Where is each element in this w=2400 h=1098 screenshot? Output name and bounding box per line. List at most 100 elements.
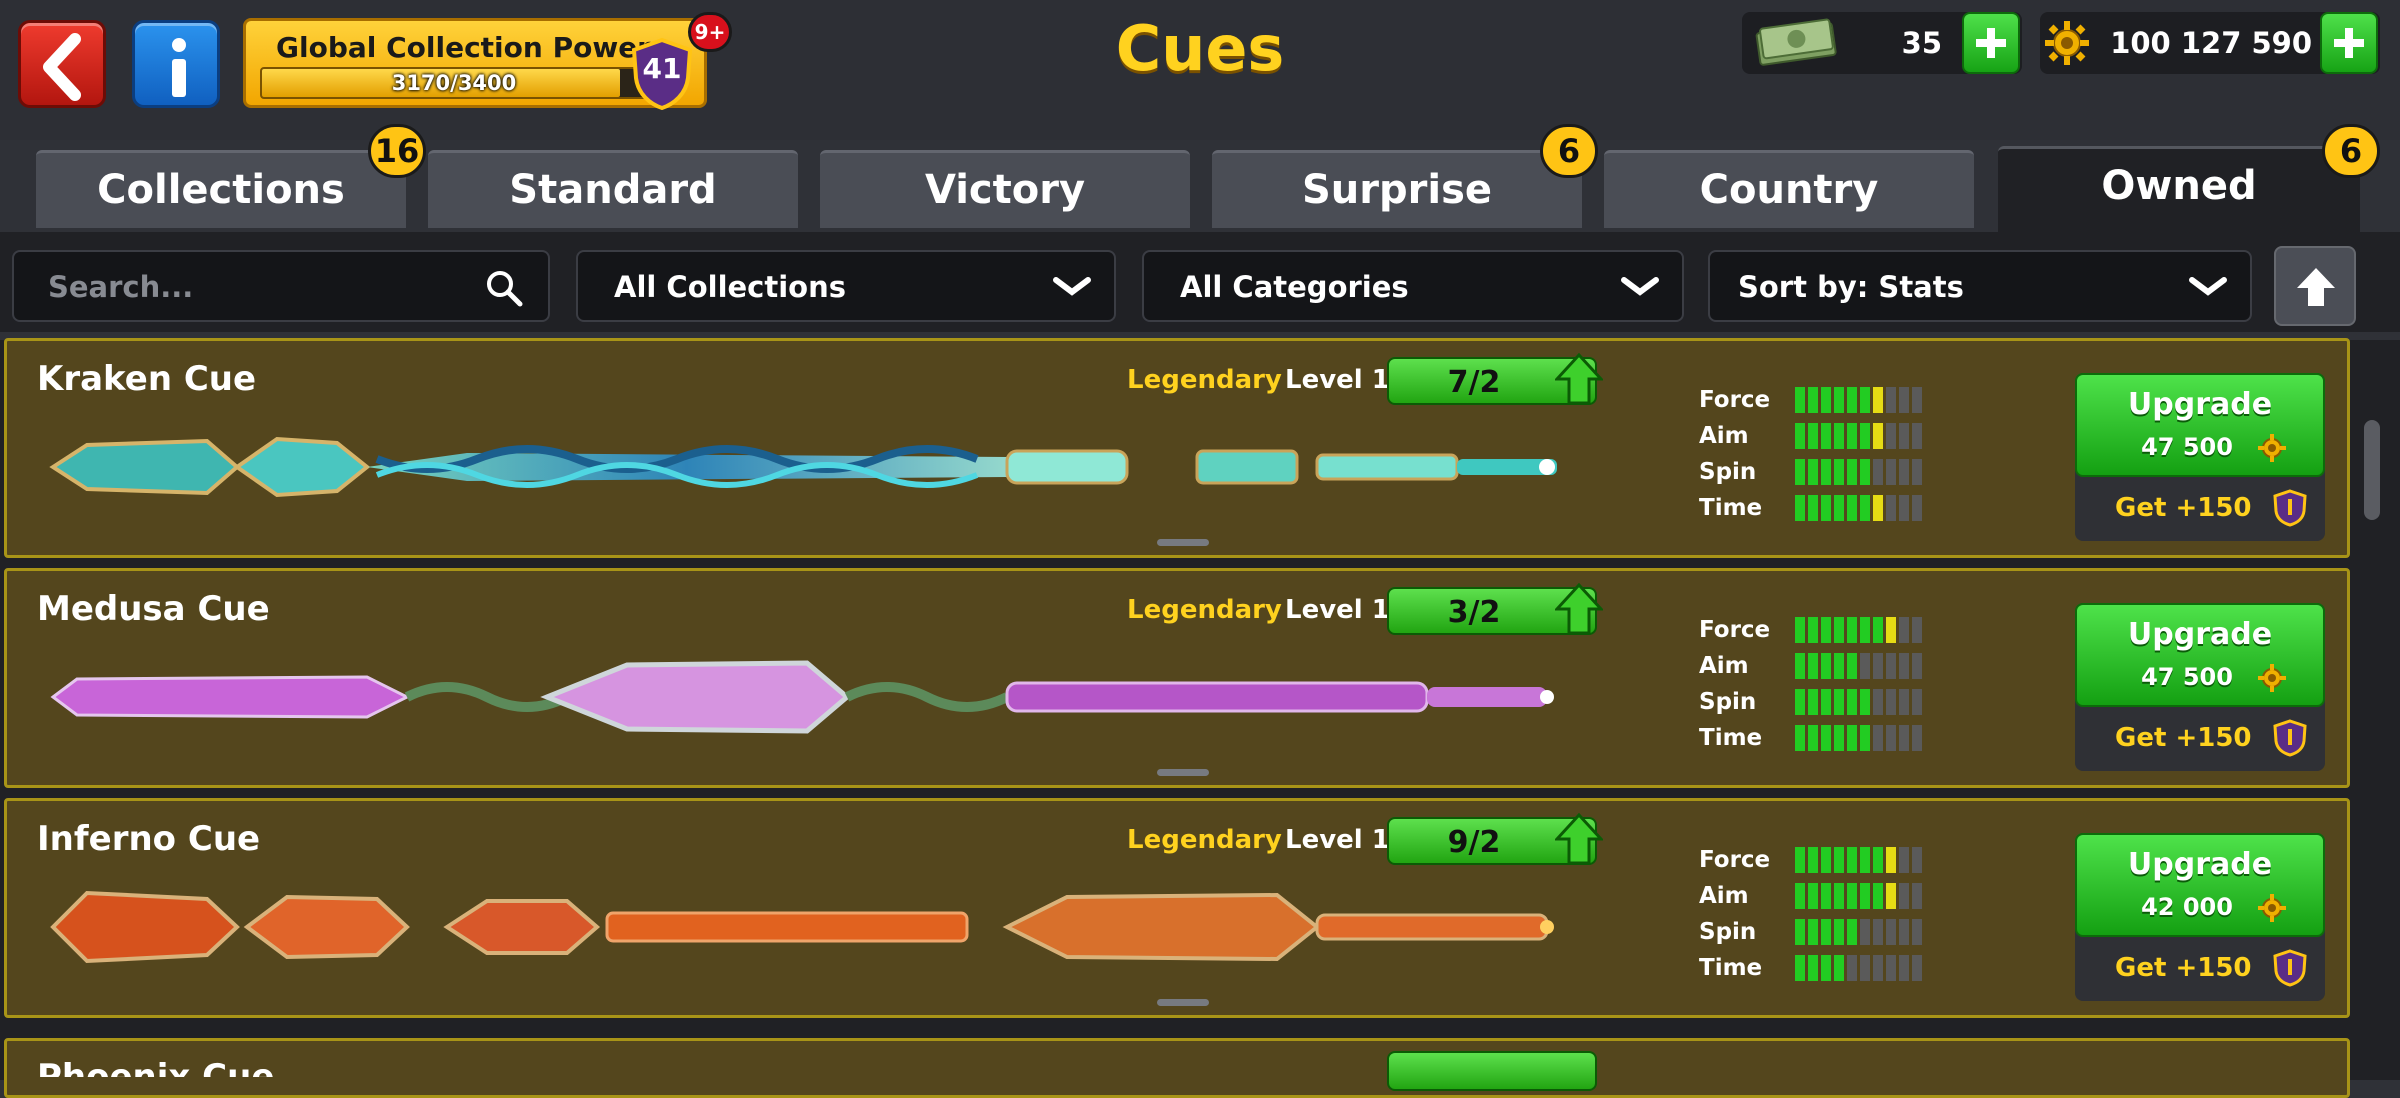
stat-segment: [1808, 617, 1818, 643]
stat-bar: [1795, 847, 1931, 873]
stat-label: Aim: [1699, 423, 1749, 449]
kraken-cue-image: [49, 436, 1557, 498]
stat-segment: [1821, 617, 1831, 643]
stat-segment: [1886, 847, 1896, 873]
stat-segment: [1899, 653, 1909, 679]
cash-icon: [1755, 18, 1837, 66]
stat-bar: [1795, 459, 1931, 485]
stat-segment: [1808, 883, 1818, 909]
stat-segment: [1834, 423, 1844, 449]
stat-segment: [1834, 955, 1844, 981]
upgrade-button[interactable]: Upgrade 47 500: [2075, 373, 2325, 477]
stat-segment: [1821, 883, 1831, 909]
tab-surprise[interactable]: Surprise: [1212, 150, 1582, 228]
cue-card[interactable]: Inferno Cue Legendary Level 1 9/2 Force …: [4, 798, 2350, 1018]
stat-bar: [1795, 653, 1931, 679]
sort-dropdown[interactable]: Sort by: Stats: [1708, 250, 2252, 322]
cue-card[interactable]: Kraken Cue Legendary Level 1 7/2 Force A…: [4, 338, 2350, 558]
get-power-label[interactable]: Get +150: [2115, 723, 2252, 753]
coin-gear-icon: [2258, 894, 2286, 922]
tab-label: Owned: [2101, 163, 2257, 209]
stat-segment: [1847, 689, 1857, 715]
stat-segment: [1899, 459, 1909, 485]
cue-level: Level 1: [1285, 825, 1390, 855]
drag-handle[interactable]: [1157, 769, 1209, 776]
stat-segment: [1821, 847, 1831, 873]
page-title: Cues: [1115, 12, 1285, 85]
add-coins-button[interactable]: [2320, 12, 2378, 74]
stat-segment: [1847, 387, 1857, 413]
get-power-label[interactable]: Get +150: [2115, 953, 2252, 983]
stat-segment: [1899, 847, 1909, 873]
stat-segment: [1912, 955, 1922, 981]
drag-handle[interactable]: [1157, 539, 1209, 546]
upgrade-button[interactable]: Upgrade 42 000: [2075, 833, 2325, 937]
stat-segment: [1899, 919, 1909, 945]
stat-segment: [1847, 919, 1857, 945]
stat-time: Time: [1699, 721, 1959, 757]
search-input[interactable]: Search...: [12, 250, 550, 322]
stat-segment: [1860, 955, 1870, 981]
stat-segment: [1795, 725, 1805, 751]
category-dropdown-value: All Categories: [1180, 270, 1409, 304]
cash-value: 35: [1901, 26, 1942, 60]
cue-level: Level 1: [1285, 365, 1390, 395]
stat-segment: [1847, 495, 1857, 521]
stat-segment: [1795, 617, 1805, 643]
stat-segment: [1912, 919, 1922, 945]
tab-collections[interactable]: Collections: [36, 150, 406, 228]
coin-gear-icon: [2258, 664, 2286, 692]
stat-segment: [1795, 689, 1805, 715]
upgrade-arrow-icon: [1555, 813, 1603, 865]
sort-direction-button[interactable]: [2274, 246, 2356, 326]
cue-progress-text: 7/2: [1447, 365, 1501, 400]
notification-badge: 9+: [688, 12, 732, 52]
upgrade-price: 47 500: [2141, 433, 2233, 461]
scrollbar[interactable]: [2364, 420, 2380, 520]
stat-bar: [1795, 883, 1931, 909]
add-cash-button[interactable]: [1962, 12, 2020, 74]
stat-bar: [1795, 955, 1931, 981]
tab-label: Victory: [924, 167, 1086, 213]
stat-segment: [1834, 919, 1844, 945]
tab-owned[interactable]: Owned: [1998, 146, 2360, 232]
stat-segment: [1886, 423, 1896, 449]
collection-power-progress: 3170/3400: [391, 71, 517, 95]
stat-segment: [1821, 495, 1831, 521]
stat-segment: [1821, 725, 1831, 751]
stat-segment: [1808, 847, 1818, 873]
tab-bar: Collections Standard Victory Surprise Co…: [0, 124, 2400, 232]
info-button[interactable]: [132, 20, 220, 108]
medusa-cue-image: [50, 660, 1554, 734]
stat-segment: [1808, 495, 1818, 521]
stat-segment: [1860, 423, 1870, 449]
back-button[interactable]: [18, 20, 106, 108]
cue-card-partial[interactable]: Phoenix Cue: [4, 1038, 2350, 1098]
upgrade-price: 42 000: [2141, 893, 2233, 921]
tab-victory[interactable]: Victory: [820, 150, 1190, 228]
get-power-label[interactable]: Get +150: [2115, 493, 2252, 523]
stat-segment: [1860, 653, 1870, 679]
stat-segment: [1795, 653, 1805, 679]
stat-segment: [1886, 387, 1896, 413]
upgrade-panel: Upgrade 47 500 Get +150: [2075, 373, 2325, 541]
stat-segment: [1847, 883, 1857, 909]
stat-segment: [1847, 955, 1857, 981]
stat-segment: [1912, 387, 1922, 413]
tab-standard[interactable]: Standard: [428, 150, 798, 228]
cue-card[interactable]: Medusa Cue Legendary Level 1 3/2 Force A…: [4, 568, 2350, 788]
stat-segment: [1860, 617, 1870, 643]
collection-dropdown[interactable]: All Collections: [576, 250, 1116, 322]
category-dropdown[interactable]: All Categories: [1142, 250, 1684, 322]
tab-label: Country: [1699, 167, 1879, 213]
upgrade-button[interactable]: Upgrade 47 500: [2075, 603, 2325, 707]
coin-counter: 100 127 590: [2040, 12, 2380, 74]
tab-country[interactable]: Country: [1604, 150, 1974, 228]
cue-list: Kraken Cue Legendary Level 1 7/2 Force A…: [0, 338, 2400, 1098]
cue-name: Inferno Cue: [37, 819, 261, 859]
filter-bar: Search... All Collections All Categories…: [0, 232, 2400, 332]
drag-handle[interactable]: [1157, 999, 1209, 1006]
stat-aim: Aim: [1699, 419, 1959, 455]
stat-segment: [1873, 495, 1883, 521]
stat-segment: [1873, 883, 1883, 909]
